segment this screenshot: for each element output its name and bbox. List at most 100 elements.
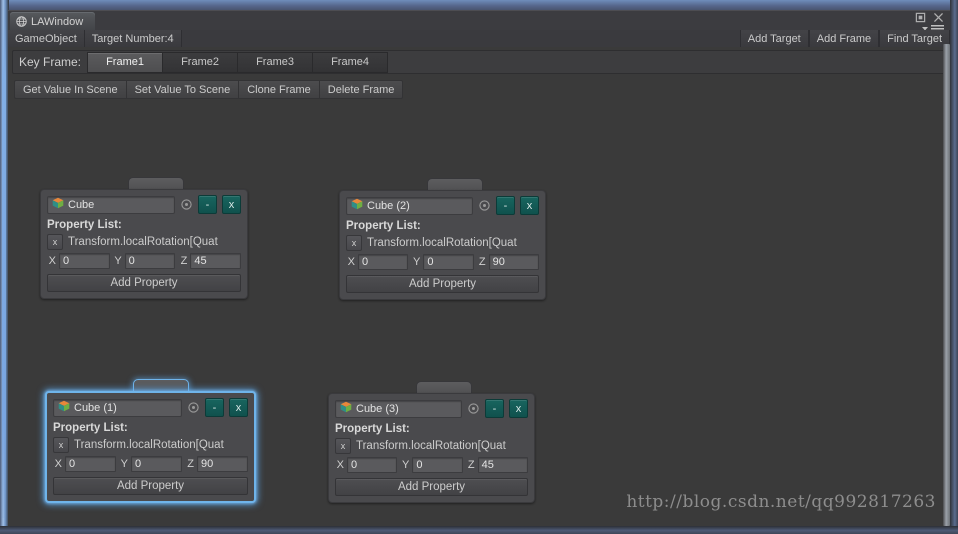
property-list-title: Property List: [346, 220, 421, 232]
property-list-title: Property List: [335, 423, 410, 435]
rotation-y-input[interactable]: 0 [423, 254, 474, 270]
node-body: Cube (1) - x Property List: x Transform.local… [45, 391, 256, 503]
node-minimize-button[interactable]: - [496, 196, 515, 215]
property-row: x Transform.localRotation[Quat [329, 437, 534, 454]
node-header: Cube (3) - x [329, 394, 534, 420]
cube-icon [58, 400, 70, 415]
axis-y-label: Y [401, 459, 410, 471]
vertical-scrollbar[interactable] [943, 44, 950, 526]
target-picker-icon[interactable] [187, 401, 200, 414]
keyframe-tab-2[interactable]: Frame2 [162, 51, 238, 73]
axis-y-label: Y [412, 256, 421, 268]
tab-label: LAWindow [31, 15, 84, 28]
cube-icon [52, 197, 64, 212]
property-remove-button[interactable]: x [47, 234, 63, 250]
node-minimize-button[interactable]: - [205, 398, 224, 417]
node-close-button[interactable]: x [229, 398, 248, 417]
property-name-label: Transform.localRotation[Quat [68, 236, 218, 248]
axis-y-label: Y [114, 255, 122, 267]
tab-lawindow[interactable]: LAWindow [10, 12, 96, 31]
rotation-xyz-row: X 0 Y 0 Z 90 [340, 251, 545, 270]
node-name-label: Cube [68, 198, 95, 211]
lawindow-screenshot: LAWindow GameObject Target Number:4 Add … [0, 0, 958, 534]
tab-bar: LAWindow [8, 10, 950, 33]
property-name-label: Transform.localRotation[Quat [356, 440, 506, 452]
rotation-xyz-row: X 0 Y 0 Z 45 [329, 454, 534, 473]
node-name-field[interactable]: Cube (3) [335, 399, 462, 418]
property-list-title: Property List: [53, 422, 128, 434]
axis-x-label: X [54, 458, 62, 470]
menu-spacer [181, 30, 740, 47]
menu-target-number[interactable]: Target Number:4 [84, 30, 182, 47]
rotation-x-input[interactable]: 0 [347, 457, 398, 473]
keyframe-tab-4[interactable]: Frame4 [312, 51, 389, 73]
keyframe-tabs: Frame1 Frame2 Frame3 Frame4 [87, 51, 389, 73]
axis-z-label: Z [467, 459, 475, 471]
rotation-x-input[interactable]: 0 [59, 253, 110, 269]
node-body: Cube (2) - x Property List: x Transform.local… [339, 190, 546, 300]
cube-icon [340, 401, 352, 416]
node-close-button[interactable]: x [520, 196, 539, 215]
menu-add-target[interactable]: Add Target [739, 30, 809, 47]
clone-frame-button[interactable]: Clone Frame [238, 80, 319, 99]
add-property-button[interactable]: Add Property [47, 274, 241, 292]
delete-frame-button[interactable]: Delete Frame [318, 80, 404, 99]
property-name-label: Transform.localRotation[Quat [74, 439, 224, 451]
node-name-label: Cube (3) [356, 402, 399, 415]
add-property-button[interactable]: Add Property [335, 478, 528, 496]
property-remove-button[interactable]: x [53, 437, 69, 453]
menu-gameobject[interactable]: GameObject [8, 30, 85, 47]
add-property-button[interactable]: Add Property [53, 477, 248, 495]
target-picker-icon[interactable] [467, 402, 480, 415]
rotation-x-input[interactable]: 0 [65, 456, 116, 472]
node-close-button[interactable]: x [509, 399, 528, 418]
maximize-icon[interactable] [915, 12, 926, 23]
node-close-button[interactable]: x [222, 195, 241, 214]
target-picker-icon[interactable] [478, 199, 491, 212]
node-name-label: Cube (1) [74, 401, 117, 414]
axis-x-label: X [336, 459, 344, 471]
keyframe-tab-1[interactable]: Frame1 [87, 51, 163, 73]
get-value-in-scene-button[interactable]: Get Value In Scene [14, 80, 126, 99]
property-remove-button[interactable]: x [335, 438, 351, 454]
window-bottom-border [0, 526, 958, 534]
property-list-title: Property List: [47, 219, 122, 231]
axis-z-label: Z [478, 256, 486, 268]
window-controls [915, 12, 944, 23]
content-area: Key Frame: Frame1 Frame2 Frame3 Frame4 Get … [8, 47, 950, 526]
property-row: x Transform.localRotation[Quat [340, 234, 545, 251]
axis-x-label: X [48, 255, 56, 267]
node-header: Cube (1) - x [47, 393, 254, 419]
axis-y-label: Y [120, 458, 128, 470]
menu-find-target[interactable]: Find Target [879, 30, 950, 47]
action-button-row: Get Value In Scene Set Value To Scene Clon… [14, 80, 404, 99]
node-name-label: Cube (2) [367, 199, 410, 212]
node-header: Cube (2) - x [340, 191, 545, 217]
menu-strip: GameObject Target Number:4 Add Target Ad… [8, 30, 950, 48]
node-name-field[interactable]: Cube [47, 195, 175, 214]
rotation-xyz-row: X 0 Y 0 Z 45 [41, 250, 247, 269]
axis-z-label: Z [180, 255, 188, 267]
rotation-y-input[interactable]: 0 [131, 456, 182, 472]
property-remove-button[interactable]: x [346, 235, 362, 251]
rotation-z-input[interactable]: 90 [197, 456, 248, 472]
node-minimize-button[interactable]: - [485, 399, 504, 418]
set-value-to-scene-button[interactable]: Set Value To Scene [125, 80, 239, 99]
property-row: x Transform.localRotation[Quat [47, 436, 254, 453]
menu-add-frame[interactable]: Add Frame [808, 30, 880, 47]
rotation-z-input[interactable]: 45 [477, 457, 528, 473]
add-property-button[interactable]: Add Property [346, 275, 539, 293]
property-name-label: Transform.localRotation[Quat [367, 237, 517, 249]
keyframe-tab-3[interactable]: Frame3 [237, 51, 313, 73]
target-picker-icon[interactable] [180, 198, 193, 211]
node-minimize-button[interactable]: - [198, 195, 217, 214]
rotation-z-input[interactable]: 90 [488, 254, 539, 270]
rotation-x-input[interactable]: 0 [358, 254, 409, 270]
rotation-y-input[interactable]: 0 [124, 253, 176, 269]
node-name-field[interactable]: Cube (2) [346, 196, 473, 215]
close-icon[interactable] [933, 12, 944, 23]
node-name-field[interactable]: Cube (1) [53, 398, 182, 417]
rotation-z-input[interactable]: 45 [190, 253, 242, 269]
node-body: Cube (3) - x Property List: x Transform.local… [328, 393, 535, 503]
rotation-y-input[interactable]: 0 [412, 457, 463, 473]
